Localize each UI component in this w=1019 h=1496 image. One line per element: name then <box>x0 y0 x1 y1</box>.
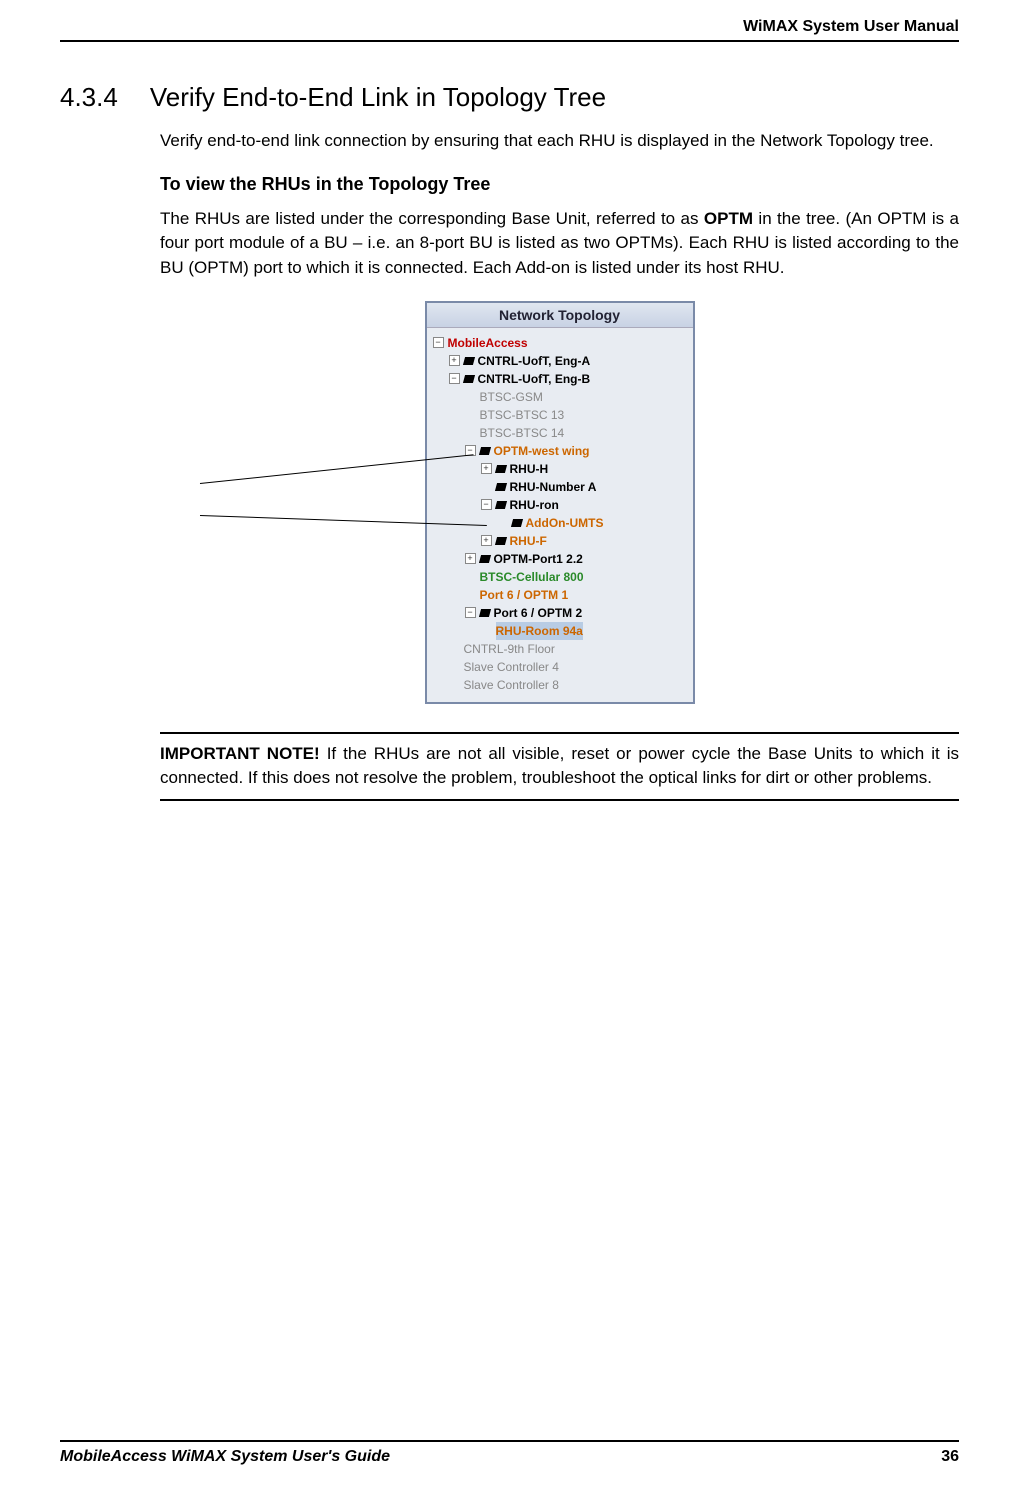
tree-node-rhu-room94a[interactable]: RHU-Room 94a <box>433 622 689 640</box>
minus-icon[interactable]: − <box>449 373 460 384</box>
sub-heading: To view the RHUs in the Topology Tree <box>160 174 959 195</box>
minus-icon[interactable]: − <box>465 607 476 618</box>
tree-label: Slave Controller 4 <box>464 658 559 676</box>
tree-label: BTSC-BTSC 14 <box>480 424 565 442</box>
footer-guide-title: MobileAccess WiMAX System User's Guide <box>60 1448 390 1466</box>
tree-node-btsc-13[interactable]: BTSC-BTSC 13 <box>433 406 689 424</box>
tree-label: CNTRL-UofT, Eng-A <box>478 352 591 370</box>
tree-label: RHU-ron <box>510 496 559 514</box>
plus-icon[interactable]: + <box>481 535 492 546</box>
tree-label: BTSC-Cellular 800 <box>480 568 584 586</box>
page-number: 36 <box>941 1448 959 1466</box>
flag-icon <box>494 465 506 473</box>
tree-node-btsc-cellular[interactable]: BTSC-Cellular 800 <box>433 568 689 586</box>
topology-panel: Network Topology − MobileAccess + CNTRL-… <box>425 301 695 704</box>
tree-node-btsc-gsm[interactable]: BTSC-GSM <box>433 388 689 406</box>
tree-node-port6-optm2[interactable]: − Port 6 / OPTM 2 <box>433 604 689 622</box>
tree-label: MobileAccess <box>448 334 528 352</box>
tree-node-port6-optm1[interactable]: Port 6 / OPTM 1 <box>433 586 689 604</box>
note-label: IMPORTANT NOTE! <box>160 744 320 763</box>
tree-label: RHU-H <box>510 460 549 478</box>
minus-icon[interactable]: − <box>433 337 444 348</box>
tree-label: RHU-Number A <box>510 478 597 496</box>
minus-icon[interactable]: − <box>481 499 492 510</box>
important-note-box: IMPORTANT NOTE! If the RHUs are not all … <box>160 732 959 801</box>
flag-icon <box>462 375 474 383</box>
tree-node-rhu-h[interactable]: + RHU-H <box>433 460 689 478</box>
tree-label: CNTRL-9th Floor <box>464 640 555 658</box>
tree-label: OPTM-west wing <box>494 442 590 460</box>
tree-label: OPTM-Port1 2.2 <box>494 550 583 568</box>
tree-node-btsc-14[interactable]: BTSC-BTSC 14 <box>433 424 689 442</box>
body-content: Verify end-to-end link connection by ens… <box>160 129 959 801</box>
footer-rule <box>60 1440 959 1442</box>
tree-node-slave4[interactable]: Slave Controller 4 <box>433 658 689 676</box>
footer: MobileAccess WiMAX System User's Guide 3… <box>60 1440 959 1466</box>
section-title: Verify End-to-End Link in Topology Tree <box>150 82 606 113</box>
topology-title: Network Topology <box>427 303 693 328</box>
tree-node-cntrl-a[interactable]: + CNTRL-UofT, Eng-A <box>433 352 689 370</box>
tree-label: Slave Controller 8 <box>464 676 559 694</box>
body-paragraph: The RHUs are listed under the correspond… <box>160 207 959 281</box>
tree-label: BTSC-GSM <box>480 388 543 406</box>
plus-icon[interactable]: + <box>465 553 476 564</box>
flag-icon <box>478 609 490 617</box>
tree-node-root[interactable]: − MobileAccess <box>433 334 689 352</box>
tree-node-optm-west[interactable]: − OPTM-west wing <box>433 442 689 460</box>
tree-label: CNTRL-UofT, Eng-B <box>478 370 591 388</box>
tree-label: Port 6 / OPTM 2 <box>494 604 583 622</box>
para2-bold: OPTM <box>704 209 753 228</box>
tree-node-cntrl-9th[interactable]: CNTRL-9th Floor <box>433 640 689 658</box>
para2-pre: The RHUs are listed under the correspond… <box>160 209 704 228</box>
tree-node-rhu-number-a[interactable]: RHU-Number A <box>433 478 689 496</box>
flag-icon <box>494 501 506 509</box>
tree-label: BTSC-BTSC 13 <box>480 406 565 424</box>
section-heading-row: 4.3.4 Verify End-to-End Link in Topology… <box>60 82 959 113</box>
flag-icon <box>510 519 522 527</box>
tree-node-rhu-f[interactable]: + RHU-F <box>433 532 689 550</box>
figure-wrap: Network Topology − MobileAccess + CNTRL-… <box>160 301 959 704</box>
topology-tree[interactable]: − MobileAccess + CNTRL-UofT, Eng-A − CNT… <box>427 328 693 702</box>
flag-icon <box>478 447 490 455</box>
header-rule <box>60 40 959 42</box>
section-number: 4.3.4 <box>60 82 118 113</box>
tree-node-cntrl-b[interactable]: − CNTRL-UofT, Eng-B <box>433 370 689 388</box>
tree-node-addon-umts[interactable]: AddOn-UMTS <box>433 514 689 532</box>
tree-label-selected: RHU-Room 94a <box>496 622 583 640</box>
tree-label: Port 6 / OPTM 1 <box>480 586 569 604</box>
tree-node-rhu-ron[interactable]: − RHU-ron <box>433 496 689 514</box>
flag-icon <box>462 357 474 365</box>
plus-icon[interactable]: + <box>481 463 492 474</box>
flag-icon <box>494 483 506 491</box>
plus-icon[interactable]: + <box>449 355 460 366</box>
flag-icon <box>478 555 490 563</box>
tree-label: RHU-F <box>510 532 547 550</box>
tree-node-optm-port1[interactable]: + OPTM-Port1 2.2 <box>433 550 689 568</box>
flag-icon <box>494 537 506 545</box>
intro-paragraph: Verify end-to-end link connection by ens… <box>160 129 959 154</box>
tree-label: AddOn-UMTS <box>526 514 604 532</box>
header-title: WiMAX System User Manual <box>60 0 959 40</box>
tree-node-slave8[interactable]: Slave Controller 8 <box>433 676 689 694</box>
note-paragraph: IMPORTANT NOTE! If the RHUs are not all … <box>160 742 959 791</box>
